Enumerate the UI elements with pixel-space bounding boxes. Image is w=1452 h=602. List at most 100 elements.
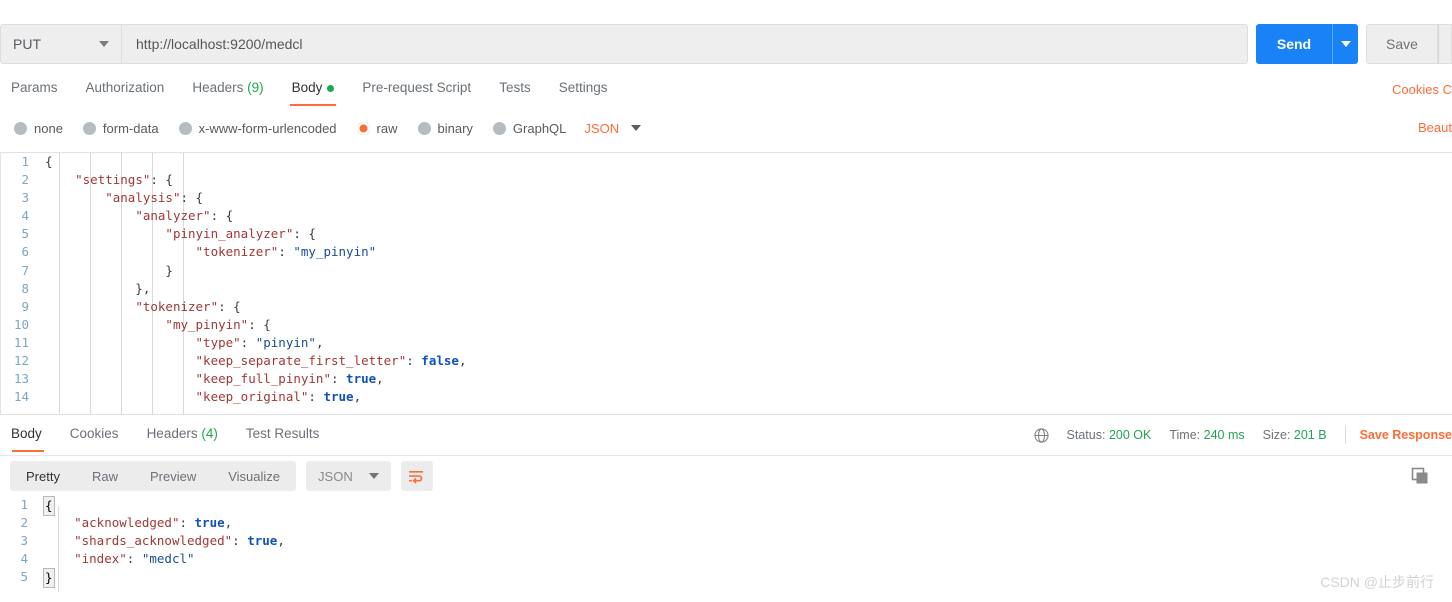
tab-count: (9) <box>243 80 264 95</box>
code-line: 4 "analyzer": { <box>1 207 1452 225</box>
body-type-form-data[interactable]: form-data <box>82 121 159 136</box>
response-tab-cookies[interactable]: Cookies <box>56 422 133 452</box>
url-input[interactable]: http://localhost:9200/medcl <box>122 24 1248 64</box>
response-tab-headers[interactable]: Headers (4) <box>133 422 232 452</box>
response-view-preview[interactable]: Preview <box>134 461 212 491</box>
body-format-select[interactable]: JSON <box>584 120 642 136</box>
save-button[interactable]: Save <box>1366 24 1438 64</box>
request-tab-settings[interactable]: Settings <box>545 76 622 106</box>
request-tab-headers[interactable]: Headers (9) <box>178 76 277 106</box>
code-line: 10 "my_pinyin": { <box>1 316 1452 334</box>
beautify-link[interactable]: Beaut <box>1418 120 1452 135</box>
time-value: 240 ms <box>1203 428 1245 442</box>
copy-response-button[interactable] <box>1410 466 1430 491</box>
code-token: } <box>45 262 173 278</box>
body-format-label: JSON <box>584 120 620 136</box>
code-text: { <box>40 496 55 517</box>
radio-label: binary <box>437 120 473 136</box>
code-line: 2 "acknowledged": true, <box>0 514 1452 532</box>
request-tab-tests[interactable]: Tests <box>485 76 545 106</box>
code-text: "acknowledged": true, <box>40 514 232 532</box>
response-divider <box>0 414 1452 415</box>
save-options-button[interactable] <box>1438 24 1452 64</box>
code-token: : { <box>248 316 271 332</box>
request-tab-params[interactable]: Params <box>0 76 72 106</box>
http-method-select[interactable]: PUT <box>0 24 122 64</box>
code-text: { <box>41 153 53 171</box>
radio-label: raw <box>376 120 398 136</box>
code-text: }, <box>41 280 150 298</box>
line-number: 3 <box>20 533 28 549</box>
code-text: } <box>40 568 55 589</box>
response-view-pretty[interactable]: Pretty <box>10 461 76 491</box>
body-type-raw[interactable]: raw <box>356 120 398 136</box>
word-wrap-button[interactable] <box>400 461 433 491</box>
request-body-editor[interactable]: 1{2 "settings": {3 "analysis": {4 "analy… <box>0 152 1452 414</box>
response-tab-body[interactable]: Body <box>0 422 56 452</box>
line-number: 2 <box>21 172 29 188</box>
tab-label: Test Results <box>245 426 320 441</box>
body-type-none[interactable]: none <box>14 121 63 136</box>
line-number: 14 <box>13 389 29 405</box>
response-meta: Status: 200 OK Time: 240 ms Size: 201 B … <box>1033 426 1452 444</box>
radio-label: GraphQL <box>512 120 567 136</box>
status-item: Status: 200 OK <box>1067 428 1152 442</box>
response-view-raw[interactable]: Raw <box>76 461 134 491</box>
response-body-viewer[interactable]: 1{2 "acknowledged": true, 3 "shards_ackno… <box>0 496 1452 602</box>
send-button[interactable]: Send <box>1256 24 1332 64</box>
code-token: , <box>315 334 324 350</box>
code-line: 4 "index": "medcl" <box>0 550 1452 568</box>
radio-label: none <box>34 120 63 136</box>
request-tab-authorization[interactable]: Authorization <box>72 76 179 106</box>
response-tabs: Body Cookies Headers (4) Test Results <box>0 422 333 452</box>
response-view-visualize[interactable]: Visualize <box>212 461 296 491</box>
response-tab-test-results[interactable]: Test Results <box>232 422 334 452</box>
body-type-graphql[interactable]: GraphQL <box>492 120 567 136</box>
tab-label: Body <box>291 80 323 95</box>
body-type-radio-group: none form-data x-www-form-urlencoded raw bin… <box>0 116 1452 140</box>
code-token: : { <box>293 226 316 242</box>
code-token: : { <box>210 208 234 224</box>
code-token: "type" <box>195 334 241 350</box>
cookies-code-links[interactable]: Cookies C <box>1392 82 1452 97</box>
save-response-link[interactable]: Save Response <box>1360 428 1452 442</box>
line-number: 13 <box>13 371 29 387</box>
chevron-down-icon <box>99 41 109 47</box>
code-line: 13 "keep_full_pinyin": true, <box>1 370 1452 388</box>
code-text: } <box>41 262 173 280</box>
tab-label: Authorization <box>85 80 165 95</box>
request-tab-body[interactable]: Body <box>278 76 349 106</box>
radio-icon <box>492 121 506 135</box>
size-label: Size: <box>1262 428 1291 442</box>
code-line: 2 "settings": { <box>1 171 1452 189</box>
request-tab-pre-request-script[interactable]: Pre-request Script <box>348 76 485 106</box>
body-type-binary[interactable]: binary <box>417 120 473 136</box>
tab-label: Params <box>11 80 58 95</box>
code-line: 5} <box>0 568 1452 589</box>
line-number: 4 <box>21 208 29 224</box>
radio-icon <box>14 121 27 135</box>
meta-divider <box>1344 426 1346 444</box>
line-number: 12 <box>13 353 29 369</box>
code-token: "shards_acknowledged" <box>74 533 233 549</box>
tab-label: Body <box>11 426 42 441</box>
code-text: "my_pinyin": { <box>41 316 271 334</box>
code-token: "analysis" <box>105 190 181 206</box>
body-type-x-www-form-urlencoded[interactable]: x-www-form-urlencoded <box>178 121 337 136</box>
code-token: "keep_full_pinyin" <box>195 371 331 387</box>
time-item: Time: 240 ms <box>1169 428 1244 442</box>
response-view-modes: Pretty Raw Preview Visualize <box>10 461 297 491</box>
response-format-select[interactable]: JSON <box>306 461 391 491</box>
line-number: 5 <box>20 569 28 585</box>
line-number: 3 <box>21 190 29 206</box>
send-options-button[interactable] <box>1332 24 1358 64</box>
code-text: "tokenizer": { <box>41 298 240 316</box>
line-number: 9 <box>21 298 29 314</box>
code-token: , <box>277 533 285 549</box>
chevron-down-icon <box>1340 41 1351 47</box>
code-token: , <box>224 515 233 531</box>
